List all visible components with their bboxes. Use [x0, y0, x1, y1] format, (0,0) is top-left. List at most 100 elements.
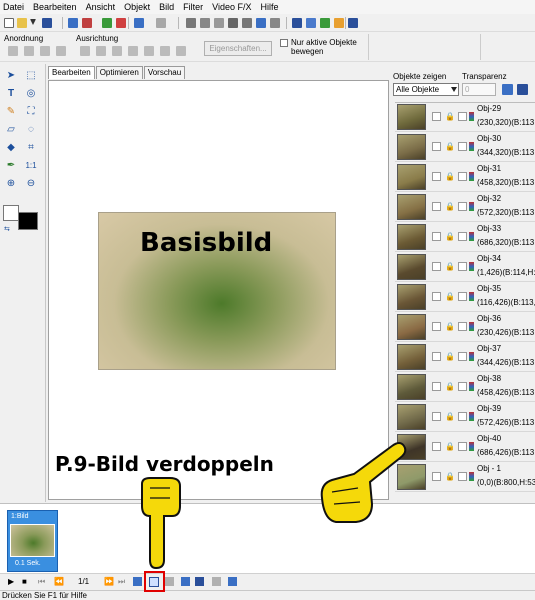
swap-colors-icon[interactable]: ⇆	[4, 225, 10, 233]
frame-duration[interactable]: 0.1 Sek.	[15, 560, 41, 567]
tab-vorschau[interactable]: Vorschau	[143, 66, 186, 79]
lasso-tool-icon[interactable]: ◌	[25, 124, 37, 136]
object-select-checkbox[interactable]	[458, 322, 467, 331]
print-icon[interactable]	[68, 18, 78, 28]
text-tool-icon[interactable]: T	[5, 88, 17, 100]
play-icon[interactable]: ▶	[8, 577, 14, 586]
object-visible-checkbox[interactable]	[432, 352, 441, 361]
object-select-checkbox[interactable]	[458, 172, 467, 181]
first-frame-icon[interactable]: ⏮	[38, 577, 45, 587]
tab-bearbeiten[interactable]: Bearbeiten	[48, 66, 95, 79]
object-visible-checkbox[interactable]	[432, 382, 441, 391]
object-visible-checkbox[interactable]	[432, 142, 441, 151]
target-tool-icon[interactable]: ◎	[25, 88, 37, 100]
object-visible-checkbox[interactable]	[432, 172, 441, 181]
align-top-icon[interactable]	[128, 46, 138, 56]
object-options-icon[interactable]	[517, 84, 528, 95]
object-select-checkbox[interactable]	[458, 142, 467, 151]
menu-hilfe[interactable]: Hilfe	[260, 2, 278, 12]
object-list-row[interactable]: 🔒 Obj-35 (116,426)(B:113,H:	[395, 283, 535, 312]
zoom-in-icon[interactable]: ⊕	[5, 178, 17, 190]
lock-icon[interactable]: 🔒	[445, 292, 455, 301]
next-frame-icon[interactable]: ⏩	[104, 577, 114, 586]
object-list-row[interactable]: 🔒 Obj-32 (572,320)(B:113,H:	[395, 193, 535, 222]
bring-forward-icon[interactable]	[8, 46, 18, 56]
lock-icon[interactable]: 🔒	[445, 382, 455, 391]
lock-icon[interactable]: 🔒	[445, 472, 455, 481]
menu-datei[interactable]: Datei	[3, 2, 24, 12]
crop-tool-icon[interactable]: ⌗	[25, 142, 37, 154]
help-pointer-icon[interactable]	[348, 18, 358, 28]
objekte-filter-select[interactable]: Alle Objekte	[393, 83, 459, 96]
paste-icon[interactable]	[214, 18, 224, 28]
object-visible-checkbox[interactable]	[432, 292, 441, 301]
send-backward-icon[interactable]	[24, 46, 34, 56]
transparenz-spinner[interactable]: 0	[462, 83, 496, 96]
export-icon[interactable]	[82, 18, 92, 28]
lock-icon[interactable]: 🔒	[445, 232, 455, 241]
wizard-icon[interactable]	[306, 18, 316, 28]
settings-icon[interactable]	[292, 18, 302, 28]
object-select-checkbox[interactable]	[458, 412, 467, 421]
brush-tool-icon[interactable]: ✎	[5, 106, 17, 118]
object-select-checkbox[interactable]	[458, 112, 467, 121]
object-list-row[interactable]: 🔒 Obj-38 (458,426)(B:113,H:	[395, 373, 535, 402]
object-visible-checkbox[interactable]	[432, 322, 441, 331]
lock-icon[interactable]: 🔒	[445, 412, 455, 421]
redo-icon[interactable]	[156, 18, 166, 28]
lock-icon[interactable]: 🔒	[445, 262, 455, 271]
object-list-row[interactable]: 🔒 Obj-29 (230,320)(B:113,H:	[395, 103, 535, 132]
delete-frame-icon[interactable]	[165, 577, 174, 586]
distribute-icon[interactable]	[176, 46, 186, 56]
lock-icon[interactable]: 🔒	[445, 202, 455, 211]
align-bottom-icon[interactable]	[160, 46, 170, 56]
last-frame-icon[interactable]: ⏭	[118, 577, 125, 587]
lock-icon[interactable]: 🔒	[445, 112, 455, 121]
object-select-checkbox[interactable]	[458, 442, 467, 451]
move-right-icon[interactable]	[195, 577, 204, 586]
menu-bearbeiten[interactable]: Bearbeiten	[33, 2, 77, 12]
swap-frames-icon[interactable]	[212, 577, 221, 586]
object-visible-checkbox[interactable]	[432, 262, 441, 271]
pointer-tool-icon[interactable]: ➤	[5, 70, 17, 82]
lock-icon[interactable]: 🔒	[445, 352, 455, 361]
lock-icon[interactable]: 🔒	[445, 322, 455, 331]
menu-bild[interactable]: Bild	[159, 2, 174, 12]
new-file-icon[interactable]	[4, 18, 14, 28]
menu-video-fx[interactable]: Video F/X	[212, 2, 251, 12]
object-visible-checkbox[interactable]	[432, 112, 441, 121]
foreground-color-swatch[interactable]	[3, 205, 19, 221]
menu-ansicht[interactable]: Ansicht	[86, 2, 116, 12]
align-right-icon[interactable]	[112, 46, 122, 56]
object-select-checkbox[interactable]	[458, 472, 467, 481]
object-list-row[interactable]: 🔒 Obj-39 (572,426)(B:113,H:	[395, 403, 535, 432]
apply-transparency-icon[interactable]	[502, 84, 513, 95]
object-list-row[interactable]: 🔒 Obj-33 (686,320)(B:113,H:	[395, 223, 535, 252]
frame-properties-icon[interactable]	[228, 577, 237, 586]
fill-tool-icon[interactable]: ◆	[5, 142, 17, 154]
zoom-out-icon[interactable]: ⊖	[25, 178, 37, 190]
tab-optimieren[interactable]: Optimieren	[95, 66, 143, 79]
menu-objekt[interactable]: Objekt	[124, 2, 150, 12]
object-visible-checkbox[interactable]	[432, 412, 441, 421]
prev-frame-icon[interactable]: ⏪	[54, 577, 64, 586]
save-icon[interactable]	[42, 18, 52, 28]
add-frame-icon[interactable]	[133, 577, 142, 586]
insert-icon[interactable]	[102, 18, 112, 28]
background-color-swatch[interactable]	[18, 212, 38, 230]
dropdown-arrow-icon[interactable]	[30, 19, 36, 25]
web-icon[interactable]	[320, 18, 330, 28]
rotate-icon[interactable]	[256, 18, 266, 28]
eyedropper-tool-icon[interactable]: ✒	[5, 160, 17, 172]
nur-aktive-checkbox[interactable]	[280, 39, 288, 47]
object-visible-checkbox[interactable]	[432, 202, 441, 211]
object-list-row[interactable]: 🔒 Obj-40 (686,426)(B:113,H:	[395, 433, 535, 462]
object-select-checkbox[interactable]	[458, 292, 467, 301]
bring-front-icon[interactable]	[40, 46, 50, 56]
open-folder-icon[interactable]	[17, 18, 27, 28]
copy-icon[interactable]	[200, 18, 210, 28]
object-list-row[interactable]: 🔒 Obj-36 (230,426)(B:113,H:	[395, 313, 535, 342]
menu-filter[interactable]: Filter	[183, 2, 203, 12]
flip-icon[interactable]	[270, 18, 280, 28]
delete-icon[interactable]	[116, 18, 126, 28]
